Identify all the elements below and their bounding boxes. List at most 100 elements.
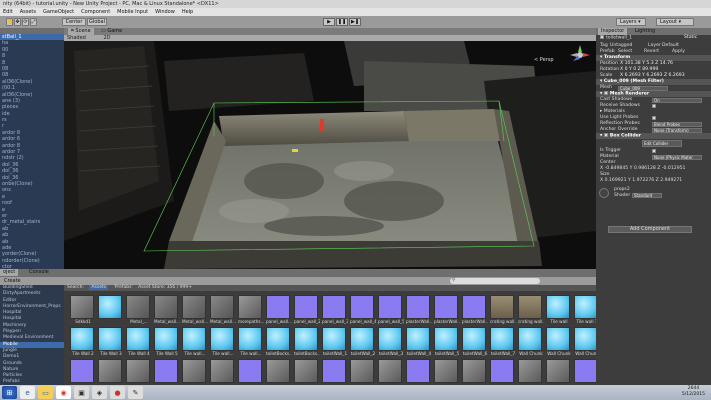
tab-game[interactable]: ▭ Game [98, 28, 125, 35]
chrome-taskbar-icon[interactable]: ◉ [56, 386, 71, 399]
asset-tile[interactable]: toiletWall_3 [378, 327, 404, 357]
asset-tile[interactable] [490, 359, 516, 383]
menu-item-window[interactable]: Window [155, 8, 175, 16]
menu-item-assets[interactable]: Assets [20, 8, 36, 16]
asset-tile[interactable] [70, 359, 96, 383]
reflection-probes-dropdown[interactable]: Blend Probes [652, 122, 702, 127]
unity-taskbar-icon[interactable]: ◈ [92, 386, 107, 399]
pause-button[interactable]: ❚❚ [336, 18, 348, 26]
asset-tile[interactable] [182, 359, 208, 383]
size-field[interactable]: X 0.169921 Y 1.972276 Z 2.949271 [600, 178, 682, 183]
receive-shadows-checkbox[interactable] [652, 104, 656, 108]
layers-dropdown[interactable]: Layers ▾ [616, 18, 646, 26]
asset-tile[interactable]: Tile wall... [238, 327, 264, 357]
asset-tile[interactable] [434, 359, 460, 383]
hand-tool-icon[interactable]: ✋ [6, 18, 13, 26]
pivot-global-toggle[interactable]: Global [87, 18, 107, 26]
asset-tile[interactable]: Sdkkd1 [70, 295, 96, 325]
paint-taskbar-icon[interactable]: ✎ [128, 386, 143, 399]
menu-item-help[interactable]: Help [182, 8, 193, 16]
asset-tile[interactable]: Metal_wall... [154, 295, 180, 325]
asset-tile[interactable]: Metal_wall... [210, 295, 236, 325]
step-button[interactable]: ▶❚ [349, 18, 361, 26]
create-dropdown[interactable]: Create [4, 278, 21, 284]
orientation-gizmo-icon[interactable] [570, 45, 590, 65]
asset-tile[interactable]: panel_wall_2 [294, 295, 320, 325]
add-component-button[interactable]: Add Component [608, 226, 692, 233]
asset-tile[interactable] [154, 359, 180, 383]
tab-inspector[interactable]: Inspector [598, 28, 628, 35]
asset-tile[interactable]: Metal_... [126, 295, 152, 325]
asset-tile[interactable] [350, 359, 376, 383]
scale-tool-icon[interactable]: ⤢ [30, 18, 37, 26]
shader-dropdown[interactable]: Standard [632, 193, 662, 198]
scene-viewport[interactable]: < Persp [64, 41, 596, 269]
edit-collider-button[interactable]: Edit Collider [642, 140, 682, 147]
asset-tile[interactable]: Tile wall [546, 295, 572, 325]
asset-tile[interactable]: Tile Wall 4 [126, 327, 152, 357]
light-probes-checkbox[interactable] [652, 116, 656, 120]
start-button-icon[interactable]: ⊞ [2, 386, 17, 399]
asset-tile[interactable]: toiletWall_7 [490, 327, 516, 357]
layout-dropdown[interactable]: Layout ▾ [656, 18, 694, 26]
collider-material-field[interactable]: None (Physic Mater [652, 155, 702, 160]
asset-tile[interactable]: plasterWall... [406, 295, 432, 325]
menu-item-edit[interactable]: Edit [3, 8, 13, 16]
asset-tile[interactable] [210, 359, 236, 383]
mesh-field[interactable]: Cube_009 [618, 86, 668, 91]
is-trigger-checkbox[interactable] [652, 149, 656, 153]
asset-tile[interactable]: panel_wall_3 [322, 295, 348, 325]
asset-tile[interactable]: Tile Wall 3 [98, 327, 124, 357]
tab-lighting[interactable]: Lighting [632, 28, 658, 35]
asset-tile[interactable] [294, 359, 320, 383]
menu-item-mobile-input[interactable]: Mobile Input [117, 8, 148, 16]
asset-tile[interactable]: Tile Wall 5 [154, 327, 180, 357]
asset-tile[interactable] [546, 359, 572, 383]
asset-tile[interactable] [378, 359, 404, 383]
cast-shadows-dropdown[interactable]: On [652, 98, 702, 103]
asset-tile[interactable]: panel_wall... [266, 295, 292, 325]
center-field[interactable]: X -0.849845 Y 0.986128 Z -0.012951 [600, 166, 685, 171]
asset-tile[interactable]: Tile wall... [182, 327, 208, 357]
asset-tile[interactable]: crating wall... [518, 295, 544, 325]
move-tool-icon[interactable]: ✥ [14, 18, 21, 26]
filter-assets[interactable]: Assets [89, 285, 109, 290]
filter-asset-store[interactable]: Asset Store: 356 / 999+ [138, 285, 192, 290]
asset-tile[interactable] [406, 359, 432, 383]
app-taskbar-icon[interactable]: ▣ [74, 386, 89, 399]
asset-tile[interactable]: panel_wall_4 [350, 295, 376, 325]
asset-tile[interactable]: Tile wall 1 [574, 295, 596, 325]
asset-tile[interactable] [462, 359, 488, 383]
pivot-center-toggle[interactable]: Center [62, 18, 86, 26]
asset-tile[interactable] [322, 359, 348, 383]
object-name-field[interactable]: toiletwall_1 [606, 36, 632, 41]
asset-tile[interactable] [98, 295, 124, 325]
asset-tile[interactable]: toiletWall_6 [462, 327, 488, 357]
asset-tile[interactable]: toiletBocks... [266, 327, 292, 357]
menu-item-gameobject[interactable]: GameObject [43, 8, 74, 16]
asset-tile[interactable] [266, 359, 292, 383]
tab-scene[interactable]: ⌗ Scene [68, 28, 94, 35]
asset-tile[interactable]: morepaths... [238, 295, 264, 325]
asset-tile[interactable]: Wall Chunk [518, 327, 544, 357]
static-checkbox[interactable]: Static [684, 35, 697, 41]
asset-tile[interactable]: plasterWall... [462, 295, 488, 325]
play-button[interactable]: ▶ [323, 18, 335, 26]
asset-tile[interactable]: toiletWall_1 [322, 327, 348, 357]
asset-tile[interactable]: toiletWall_5 [434, 327, 460, 357]
asset-tile[interactable]: Wall Chunk [546, 327, 572, 357]
filter-prefabs[interactable]: 'Prefabs' [114, 285, 133, 290]
asset-tile[interactable]: toiletWall_4 [406, 327, 432, 357]
mesh-renderer-checkbox[interactable] [603, 91, 608, 95]
active-checkbox[interactable] [600, 35, 604, 39]
menu-item-component[interactable]: Component [81, 8, 110, 16]
asset-tile[interactable]: Metal_wall... [182, 295, 208, 325]
taskbar-clock[interactable]: 2644 5/12/2015 [682, 386, 705, 398]
box-collider-checkbox[interactable] [603, 133, 608, 137]
asset-tile[interactable]: Tile wall... [210, 327, 236, 357]
asset-tile[interactable]: toiletWall_2 [350, 327, 376, 357]
asset-tile[interactable] [98, 359, 124, 383]
asset-tile[interactable] [126, 359, 152, 383]
asset-tile[interactable]: Tile Wall 2 [70, 327, 96, 357]
tab-console[interactable]: Console [26, 269, 52, 276]
